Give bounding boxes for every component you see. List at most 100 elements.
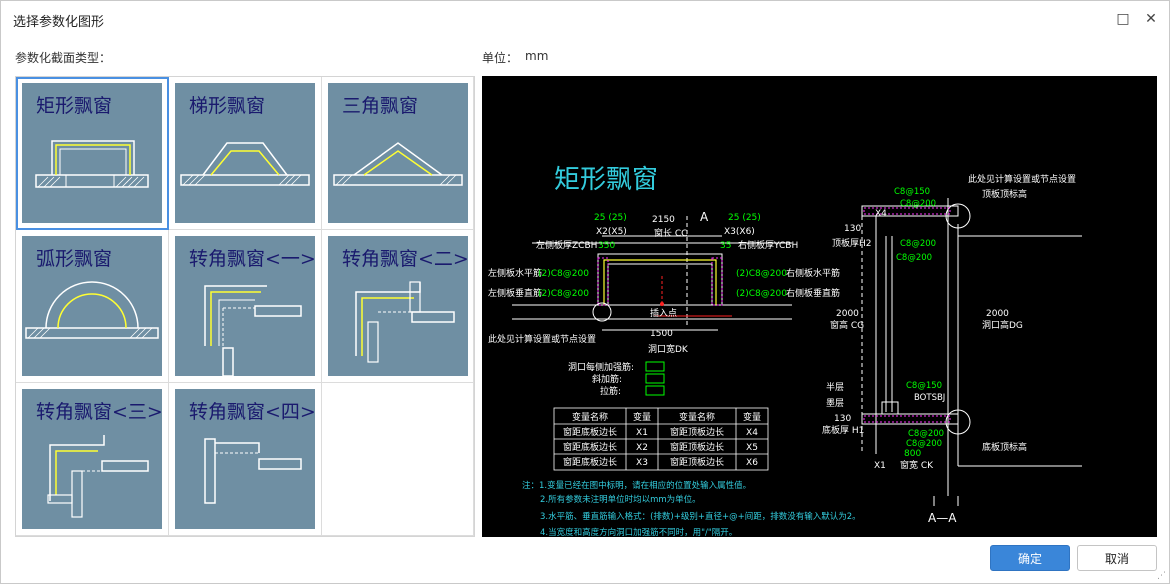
table-header: 变量 (743, 411, 761, 423)
dim-35: 35 (720, 241, 731, 251)
dim-130-top: 130 (844, 224, 861, 234)
trapezoid-bay-window-icon: 梯形飘窗 (175, 83, 315, 223)
rebar-c8150-bottom: C8@150 (906, 381, 942, 391)
left-vert-label: 左侧板垂直筋 (488, 287, 542, 299)
half-layer-label-2: 墨层 (826, 398, 844, 409)
diag-swatch (645, 373, 665, 384)
table-cell: 窗距顶板边长 (670, 426, 724, 438)
resize-grip-icon[interactable]: ⋰ (1157, 571, 1167, 581)
tie-swatch (645, 385, 665, 396)
table-cell: X6 (746, 458, 758, 468)
dim-2000-window: 2000 (836, 309, 859, 319)
table-cell: 窗距顶板边长 (670, 456, 724, 468)
dim-h1: 底板厚 H1 (822, 424, 864, 436)
diag-label: 斜加筋: (592, 373, 622, 385)
shape-tile-corner-3[interactable]: 转角飘窗<三> (16, 383, 169, 536)
ok-button[interactable]: 确定 (990, 545, 1070, 571)
close-icon[interactable]: ✕ (1139, 7, 1163, 31)
title-bar: 选择参数化图形 □ ✕ (1, 1, 1169, 37)
right-vert-value: (2)C8@200 (736, 289, 787, 299)
corner-bay-window-3-icon: 转角飘窗<三> (22, 389, 162, 529)
table-header: 变量名称 (679, 411, 715, 423)
right-horiz-label: 右侧板水平筋 (786, 267, 840, 279)
maximize-icon[interactable]: □ (1111, 7, 1135, 31)
shape-tile-trapezoid[interactable]: 梯形飘窗 (169, 77, 322, 230)
dim-2000-hole: 2000 (986, 309, 1009, 319)
table-header: 变量名称 (572, 411, 608, 423)
note-3: 3.水平筋、垂直筋输入格式：(排数)+级别+直径+@+间距，排数没有输入默认为2… (540, 511, 861, 522)
insert-point-label: 插入点 (650, 307, 677, 319)
dim-25b: 25 (25) (728, 213, 761, 223)
right-horiz-value: (2)C8@200 (736, 269, 787, 279)
cancel-button[interactable]: 取消 (1077, 545, 1157, 571)
note-4: 4.当宽度和高度方向洞口加强筋不同时，用"/"隔开。 (540, 527, 737, 537)
table-cell: X2 (636, 443, 648, 453)
rebar-c8200-bottom2: C8@200 (906, 439, 942, 449)
note-1: 注：1.变量已经在图中标明，请在相应的位置处输入属性值。 (522, 480, 751, 491)
corner-bay-window-2-icon: 转角飘窗<二> (328, 236, 468, 376)
table-cell: 窗距底板边长 (563, 426, 617, 438)
dim-800: 800 (904, 449, 921, 459)
half-layer-label: 半层 (826, 381, 844, 393)
dim-1500: 1500 (650, 329, 673, 339)
left-horiz-label: 左侧板水平筋 (488, 267, 542, 279)
rebar-c8200-top: C8@200 (900, 199, 936, 209)
dim-dg: 洞口高DG (982, 319, 1023, 331)
rebar-c8150-top: C8@150 (894, 187, 930, 197)
table-cell: 窗距顶板边长 (670, 441, 724, 453)
left-zcbh-label: 左侧板厚ZCBH (536, 239, 597, 251)
table-cell: X3 (636, 458, 648, 468)
right-ycbh-label: 右侧板厚YCBH (738, 239, 798, 251)
table-cell: 窗距底板边长 (563, 441, 617, 453)
shape-tile-corner-2[interactable]: 转角飘窗<二> (322, 230, 474, 383)
rebar-c8200-top3: C8@200 (896, 253, 932, 263)
see-calc-note-2: 此处见计算设置或节点设置 (968, 173, 1076, 185)
section-label-aa: A—A (928, 511, 957, 525)
dim-x3x6: X3(X6) (724, 227, 755, 237)
dialog-title: 选择参数化图形 (13, 15, 105, 30)
table-cell: X1 (636, 428, 648, 438)
shape-tile-corner-4[interactable]: 转角飘窗<四> (169, 383, 322, 536)
dim-cc: 窗长 CC (654, 227, 687, 239)
dim-2150: 2150 (652, 215, 675, 225)
dim-ck: 窗宽 CK (900, 459, 934, 471)
dim-x2x5: X2(X5) (596, 227, 627, 237)
unit-label: 单位： (482, 51, 519, 65)
table-header: 变量 (633, 411, 651, 423)
left-horiz-value: (2)C8@200 (538, 269, 589, 279)
hole-each-label: 洞口每侧加强筋: (568, 361, 634, 373)
dim-cg: 窗高 CG (830, 319, 864, 331)
see-calc-note: 此处见计算设置或节点设置 (488, 333, 596, 345)
shape-tile-triangle[interactable]: 三角飘窗 (322, 77, 474, 230)
tie-label: 拉筋: (600, 385, 621, 397)
rebar-c8200-bottom: C8@200 (908, 429, 944, 439)
right-vert-label: 右侧板垂直筋 (786, 287, 840, 299)
shape-grid: 矩形飘窗 梯形飘窗 三角飘窗 弧形飘窗 转角飘窗<一> 转角飘窗<二> 转角飘窗… (15, 76, 475, 537)
unit-value: mm (525, 49, 549, 63)
shape-tile-corner-1[interactable]: 转角飘窗<一> (169, 230, 322, 383)
hole-each-swatch (645, 361, 665, 372)
empty-cell (322, 383, 474, 536)
rebar-c8200-top2: C8@200 (900, 239, 936, 249)
corner-bay-window-4-icon: 转角飘窗<四> (175, 389, 315, 529)
section-mark-a: A (700, 210, 709, 224)
dim-130-bottom: 130 (834, 414, 851, 424)
dim-dk: 洞口宽DK (648, 343, 689, 355)
table-cell: X5 (746, 443, 758, 453)
shape-tile-arc[interactable]: 弧形飘窗 (16, 230, 169, 383)
corner-bay-window-1-icon: 转角飘窗<一> (175, 236, 315, 376)
left-vert-value: (2)C8@200 (538, 289, 589, 299)
dim-25a: 25 (25) (594, 213, 627, 223)
note-2: 2.所有参数未注明单位时均以mm为单位。 (540, 494, 701, 505)
bottom-elevation-label: 底板顶标高 (982, 441, 1027, 453)
triangle-bay-window-icon: 三角飘窗 (328, 83, 468, 223)
dim-350: 350 (598, 241, 615, 251)
dim-h2: 顶板厚H2 (832, 237, 872, 249)
shape-tile-rect[interactable]: 矩形飘窗 (16, 77, 169, 230)
arc-bay-window-icon: 弧形飘窗 (22, 236, 162, 376)
dim-x4: X4 (875, 209, 887, 219)
table-cell: X4 (746, 428, 758, 438)
dim-x1: X1 (874, 461, 886, 471)
preview-title: 矩形飘窗 (554, 165, 658, 195)
section-type-label: 参数化截面类型： (15, 51, 112, 65)
